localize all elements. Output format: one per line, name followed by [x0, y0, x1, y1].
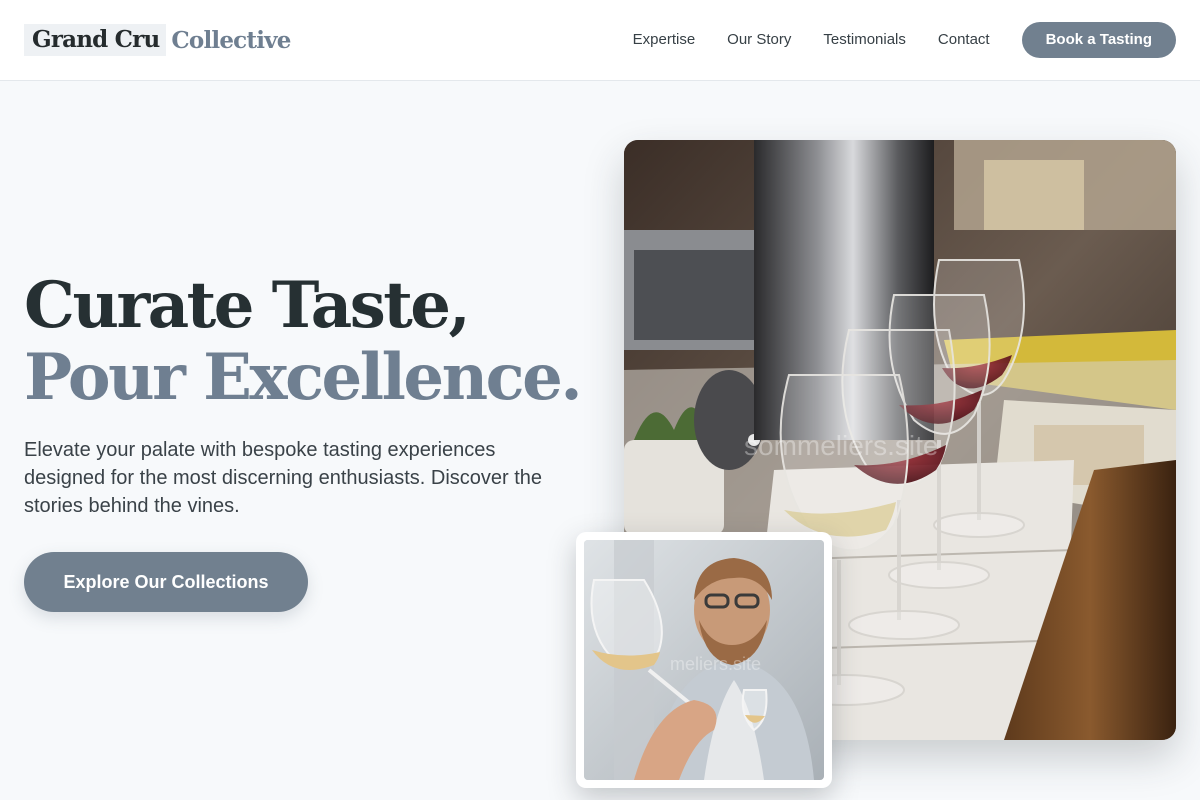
brand-name-secondary: Collective: [171, 26, 291, 54]
brand-logo[interactable]: Grand Cru Collective: [24, 24, 291, 56]
sommelier-photo: meliers.site: [584, 540, 824, 780]
brand-name-primary: Grand Cru: [24, 24, 167, 56]
sommelier-illustration: [584, 540, 824, 780]
site-header: Grand Cru Collective Expertise Our Story…: [0, 0, 1200, 81]
book-tasting-button[interactable]: Book a Tasting: [1021, 22, 1176, 58]
explore-collections-button[interactable]: Explore Our Collections: [24, 552, 308, 612]
sommelier-photo-frame: meliers.site: [576, 532, 832, 788]
hero-subtitle: Elevate your palate with bespoke tasting…: [24, 439, 543, 517]
hero-title-line1: Curate Taste,: [24, 268, 471, 343]
hero-title: Curate Taste, Pour Excellence.: [24, 270, 604, 414]
nav-link-our-story[interactable]: Our Story: [727, 22, 791, 58]
hero-title-line2: Pour Excellence.: [24, 340, 583, 415]
nav-link-expertise[interactable]: Expertise: [633, 22, 696, 58]
nav-link-testimonials[interactable]: Testimonials: [823, 22, 906, 58]
main-nav: Expertise Our Story Testimonials Contact…: [633, 22, 1176, 58]
nav-link-contact[interactable]: Contact: [938, 22, 990, 58]
